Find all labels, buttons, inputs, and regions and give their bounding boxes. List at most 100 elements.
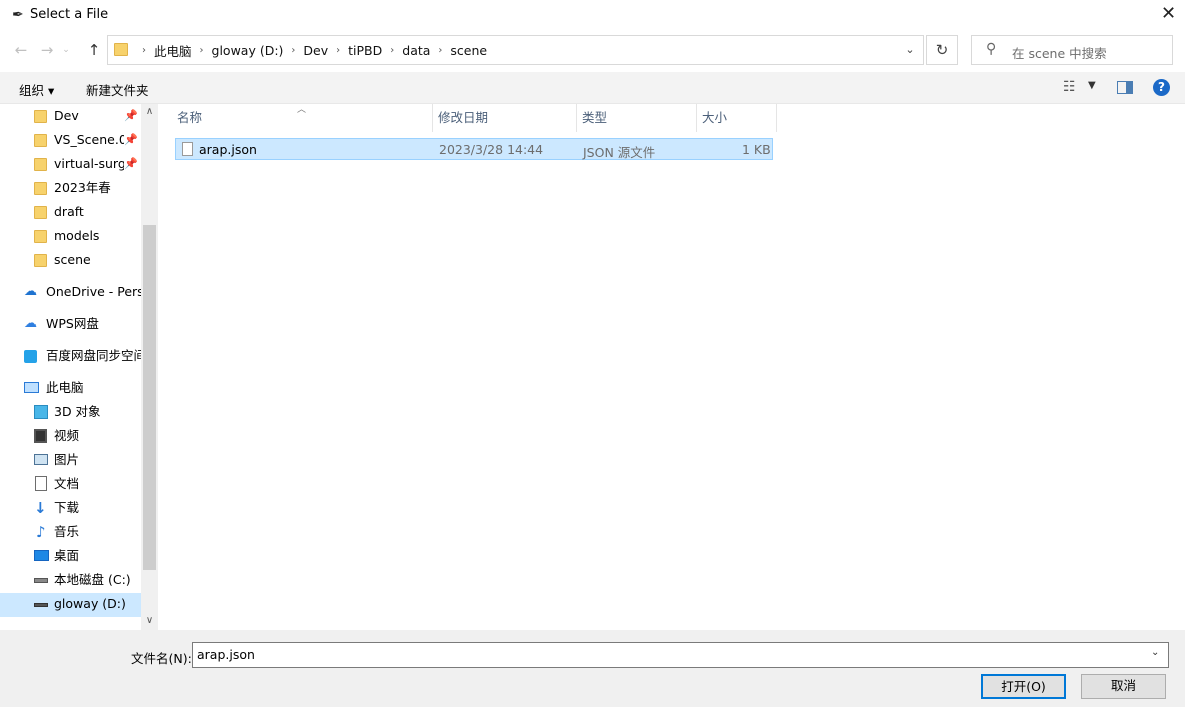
sidebar-item-label: models (54, 228, 100, 243)
chevron-down-icon[interactable]: ▼ (1088, 80, 1096, 91)
folder-icon (34, 206, 47, 219)
search-icon: ⚲ (986, 41, 997, 57)
folder-icon (34, 134, 47, 147)
filename-value: arap.json (197, 647, 255, 662)
preview-pane-icon[interactable] (1117, 81, 1133, 94)
filename-input[interactable]: arap.json ⌄ (192, 642, 1169, 668)
chevron-right-icon: › (199, 44, 204, 56)
breadcrumb-item[interactable]: Dev (303, 43, 328, 58)
file-type: JSON 源文件 (583, 145, 656, 160)
chevron-down-icon[interactable]: ∨ (141, 615, 158, 626)
chevron-right-icon: › (291, 44, 296, 56)
breadcrumb-item[interactable]: 此电脑 (154, 41, 192, 60)
folder-icon (34, 182, 47, 195)
computer-icon (24, 382, 39, 393)
folder-icon (114, 43, 128, 56)
breadcrumb-item[interactable]: data (402, 43, 430, 58)
folder-icon (34, 110, 47, 123)
breadcrumb-item[interactable]: gloway (D:) (212, 43, 284, 58)
cloud-icon: ☁ (24, 316, 37, 331)
view-options-icon[interactable]: ☷ (1063, 79, 1076, 95)
back-button[interactable]: ← (10, 38, 32, 62)
sidebar-item-label: 下载 (54, 500, 80, 515)
sidebar-item-dev[interactable]: Dev 📌 (34, 105, 139, 127)
sidebar-item-label: 3D 对象 (54, 404, 101, 419)
pin-icon: 📌 (124, 129, 138, 151)
download-icon: ↓ (34, 499, 47, 517)
sidebar-item-label: draft (54, 204, 84, 219)
address-bar[interactable]: › 此电脑 › gloway (D:) › Dev › tiPBD › data… (107, 35, 924, 65)
chevron-right-icon: › (336, 44, 341, 56)
sidebar-item-label: 本地磁盘 (C:) (54, 572, 131, 587)
sidebar-item-label: 桌面 (54, 548, 80, 563)
breadcrumb: › 此电脑 › gloway (D:) › Dev › tiPBD › data… (134, 36, 487, 64)
folder-icon (34, 158, 47, 171)
sidebar-item-label: gloway (D:) (54, 596, 126, 611)
column-header-size[interactable]: 大小 (697, 104, 777, 132)
chevron-right-icon: › (390, 44, 395, 56)
close-button[interactable]: ✕ (1152, 0, 1185, 30)
chevron-up-icon[interactable]: ∧ (141, 106, 158, 117)
sidebar-item-vs-scene[interactable]: VS_Scene.02 📌 (34, 129, 139, 151)
pin-icon: 📌 (124, 153, 138, 175)
sidebar-item-label: Dev (54, 108, 79, 123)
new-folder-button[interactable]: 新建文件夹 (86, 80, 149, 99)
sidebar-item-label: OneDrive - Perso (46, 284, 141, 299)
arrow-right-icon: → (40, 41, 54, 59)
sidebar-item-label: 文档 (54, 476, 80, 491)
arrow-up-icon: ↑ (87, 41, 101, 59)
music-icon: ♪ (36, 523, 46, 541)
chevron-down-icon[interactable]: ⌄ (1151, 647, 1159, 658)
sidebar-item-label: 2023年春 (54, 180, 111, 195)
folder-icon (34, 254, 47, 267)
sort-ascending-icon: ︿ (297, 105, 307, 115)
address-dropdown[interactable]: ⌄ (900, 36, 920, 64)
column-header-modified[interactable]: 修改日期 (433, 104, 577, 132)
organize-button[interactable]: 组织 ▾ (19, 80, 54, 99)
open-button[interactable]: 打开(O) (981, 674, 1066, 699)
filename-label: 文件名(N): (131, 651, 192, 666)
close-icon: ✕ (1160, 3, 1177, 24)
chevron-down-icon: ⌄ (62, 45, 70, 55)
sidebar-item-baidu[interactable]: 百度网盘同步空间 (24, 345, 141, 367)
cloud-icon: ☁ (24, 284, 37, 299)
sidebar-item-onedrive[interactable]: ☁ OneDrive - Perso (24, 281, 141, 303)
navigation-pane[interactable]: Dev 📌 VS_Scene.02 📌 virtual-surge 📌 2023… (0, 104, 158, 630)
folder-icon (34, 230, 47, 243)
sidebar-item-label: VS_Scene.02 (54, 132, 135, 147)
chevron-right-icon: › (142, 44, 146, 56)
drive-icon (34, 603, 48, 607)
refresh-button[interactable]: ↻ (926, 35, 958, 65)
sidebar-item-label: 视频 (54, 428, 80, 443)
sidebar-item-label: 百度网盘同步空间 (46, 348, 141, 363)
search-input[interactable]: 在 scene 中搜索 (1012, 43, 1107, 62)
video-icon (34, 429, 47, 443)
toolbar: 组织 ▾ 新建文件夹 ☷ ▼ ? (0, 72, 1185, 104)
sidebar-item-label: WPS网盘 (46, 316, 99, 331)
pictures-icon (34, 454, 48, 465)
pin-icon: 📌 (124, 109, 138, 122)
file-size: 1 KB (742, 142, 771, 157)
refresh-icon: ↻ (935, 41, 949, 59)
title-bar: ✒ Select a File ✕ (0, 0, 1185, 30)
sidebar-item-label: scene (54, 252, 91, 267)
arrow-left-icon: ← (14, 41, 28, 59)
file-row[interactable]: arap.json 2023/3/28 14:44 JSON 源文件 1 KB (175, 138, 773, 160)
column-header-type[interactable]: 类型 (577, 104, 697, 132)
breadcrumb-item[interactable]: tiPBD (348, 43, 382, 58)
window-title: Select a File (30, 7, 109, 22)
recent-locations-dropdown[interactable]: ⌄ (55, 38, 77, 62)
sidebar-item-virtual-surge[interactable]: virtual-surge 📌 (34, 153, 139, 175)
sidebar-item-label: 图片 (54, 452, 80, 467)
breadcrumb-item[interactable]: scene (450, 43, 487, 58)
drive-icon (34, 578, 48, 583)
footer-panel: 文件名(N): arap.json ⌄ 打开(O) 取消 (0, 630, 1185, 707)
scrollbar-thumb[interactable] (143, 225, 156, 570)
help-icon[interactable]: ? (1153, 79, 1170, 96)
cancel-button[interactable]: 取消 (1081, 674, 1166, 699)
up-button[interactable]: ↑ (83, 38, 105, 62)
cube-icon (34, 405, 48, 419)
file-icon (182, 142, 193, 156)
search-box[interactable]: ⚲ 在 scene 中搜索 (971, 35, 1173, 65)
documents-icon (35, 476, 47, 491)
